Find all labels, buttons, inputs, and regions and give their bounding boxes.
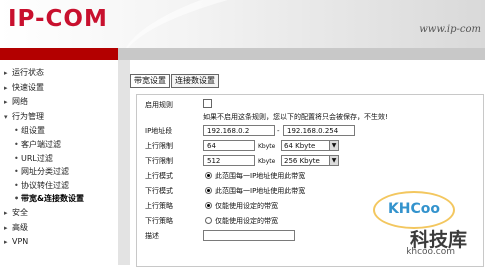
sidebar-item-7[interactable]: 网址分类过滤 [0, 165, 118, 179]
brand-logo: IP-COM [8, 6, 108, 32]
download-policy-option: 仅能使用设定的带宽 [215, 217, 278, 225]
download-limit-select[interactable]: 256 Kbyte ▼ [281, 155, 339, 166]
upload-policy-label: 上行策略 [145, 202, 173, 210]
sidebar-item-5[interactable]: 客户端过滤 [0, 138, 118, 152]
brand-url: www.ip-com [419, 24, 481, 35]
ip-end-input[interactable]: 192.168.0.254 [283, 125, 355, 136]
upload-limit-input[interactable]: 64 [203, 140, 255, 151]
sidebar-item-9[interactable]: 带宽&连接数设置 [0, 192, 118, 206]
upload-limit-select[interactable]: 64 Kbyte ▼ [281, 140, 339, 151]
download-mode-option: 此范围每一IP地址使用此带宽 [215, 187, 306, 195]
sidebar-divider [118, 60, 130, 265]
sidebar-item-0[interactable]: 运行状态 [0, 66, 118, 81]
header-banner: IP-COM www.ip-com [0, 0, 485, 48]
watermark-logo-text: KHCoo [387, 201, 441, 217]
download-mode-label: 下行模式 [145, 187, 173, 195]
upload-policy-radio[interactable] [205, 202, 212, 209]
sidebar-nav: 运行状态快速设置网络行为管理组设置客户端过滤URL过滤网址分类过滤协议转住过滤带… [0, 60, 118, 265]
row-download-limit: 下行限制 512 Kbyte 256 Kbyte ▼ [145, 154, 475, 169]
upload-policy-option: 仅能使用设定的带宽 [215, 202, 278, 210]
upload-limit-select-value: 64 Kbyte [284, 142, 316, 150]
watermark-logo: KHCoo [373, 191, 455, 229]
download-policy-label: 下行策略 [145, 217, 173, 225]
site-watermark: KHCoo 科技库 khcoo.com [367, 191, 477, 261]
enable-rule-hint: 如果不启用这条规则，您以下的配置将只会被保存，不生效! [203, 113, 388, 121]
row-upload-limit: 上行限制 64 Kbyte 64 Kbyte ▼ [145, 139, 475, 154]
sidebar-item-3[interactable]: 行为管理 [0, 110, 118, 125]
upload-mode-label: 上行模式 [145, 172, 173, 180]
row-enable-rule: 启用规则 如果不启用这条规则，您以下的配置将只会被保存，不生效! [145, 98, 475, 124]
download-limit-label: 下行限制 [145, 157, 173, 165]
download-limit-unit: Kbyte [258, 158, 276, 165]
tab-bandwidth-settings[interactable]: 带宽设置 [130, 74, 170, 88]
row-ip-range: IP地址段 192.168.0.2 - 192.168.0.254 [145, 124, 475, 139]
chevron-down-icon[interactable]: ▼ [329, 156, 338, 165]
enable-rule-label: 启用规则 [145, 101, 173, 109]
sidebar-item-12[interactable]: VPN [0, 235, 118, 250]
ip-range-separator: - [277, 127, 280, 135]
header-bar [0, 48, 485, 60]
download-limit-input[interactable]: 512 [203, 155, 255, 166]
sidebar-item-6[interactable]: URL过滤 [0, 152, 118, 166]
download-mode-radio[interactable] [205, 187, 212, 194]
sidebar-item-1[interactable]: 快速设置 [0, 81, 118, 96]
tab-bar: 带宽设置 连接数设置 [130, 68, 220, 88]
description-input[interactable] [203, 230, 295, 241]
sidebar-item-4[interactable]: 组设置 [0, 124, 118, 138]
upload-limit-unit: Kbyte [258, 143, 276, 150]
upload-limit-label: 上行限制 [145, 142, 173, 150]
upload-mode-radio[interactable] [205, 172, 212, 179]
enable-rule-checkbox[interactable] [203, 99, 212, 108]
download-limit-select-value: 256 Kbyte [284, 157, 320, 165]
sidebar-item-2[interactable]: 网络 [0, 95, 118, 110]
watermark-en: khcoo.com [406, 247, 455, 257]
ip-range-label: IP地址段 [145, 127, 173, 135]
ip-start-input[interactable]: 192.168.0.2 [203, 125, 275, 136]
tab-connection-settings[interactable]: 连接数设置 [171, 74, 219, 88]
download-policy-radio[interactable] [205, 217, 212, 224]
sidebar-item-8[interactable]: 协议转住过滤 [0, 179, 118, 193]
chevron-down-icon[interactable]: ▼ [329, 141, 338, 150]
upload-mode-option: 此范围每一IP地址使用此带宽 [215, 172, 306, 180]
sidebar-item-10[interactable]: 安全 [0, 206, 118, 221]
row-upload-mode: 上行模式 此范围每一IP地址使用此带宽 [145, 169, 475, 184]
header-bar-accent [0, 48, 118, 60]
description-label: 描述 [145, 232, 159, 240]
sidebar-item-11[interactable]: 高级 [0, 221, 118, 236]
